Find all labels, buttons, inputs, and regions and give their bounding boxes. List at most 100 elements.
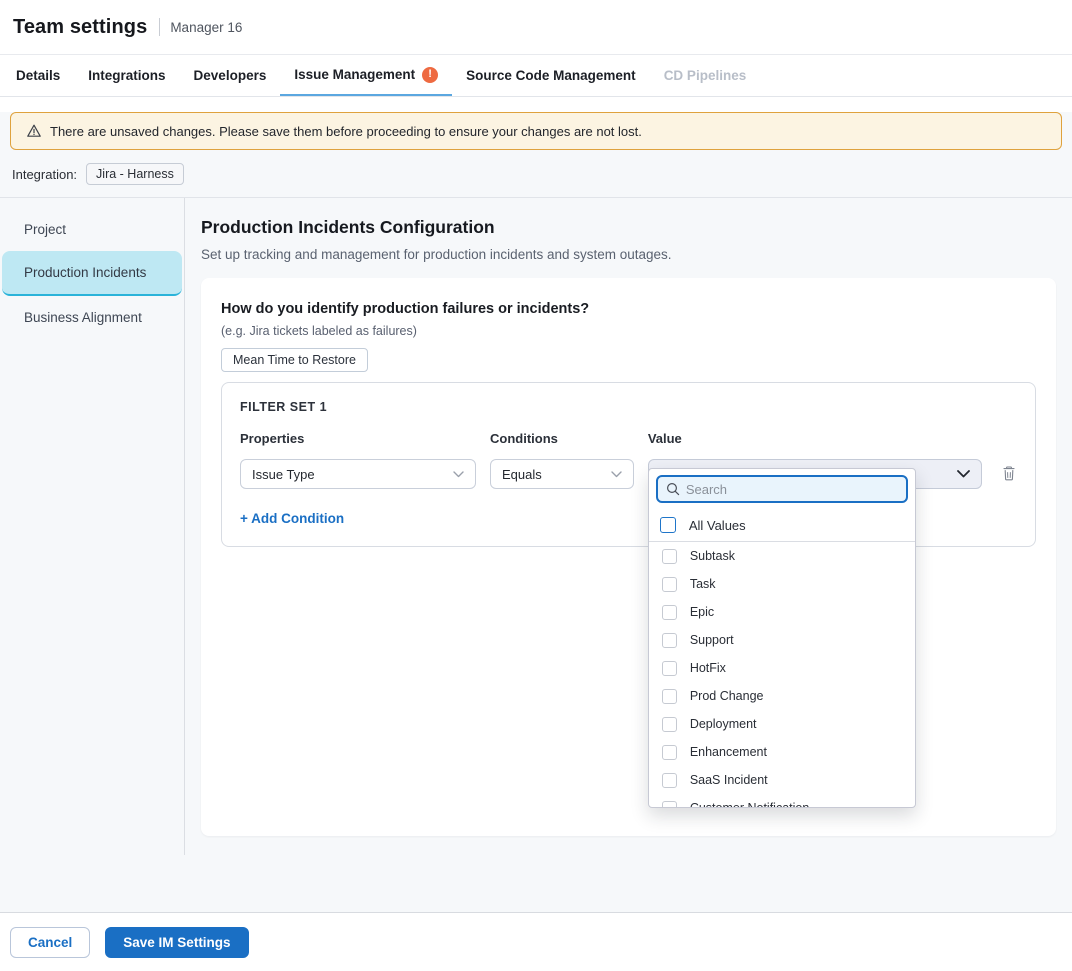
chevron-down-icon <box>611 471 622 478</box>
all-values-option[interactable]: All Values <box>649 509 915 542</box>
tab[interactable]: CD Pipelines <box>650 55 761 96</box>
dropdown-option-label: Enhancement <box>690 745 767 759</box>
delete-filter-button[interactable] <box>1001 465 1017 482</box>
filter-set-title: FILTER SET 1 <box>240 400 1017 414</box>
dropdown-option-label: SaaS Incident <box>690 773 768 787</box>
dropdown-options-list: Subtask Task <box>649 542 915 808</box>
dropdown-option-label: Customer Notification <box>690 801 810 808</box>
checkbox-icon[interactable] <box>662 605 677 620</box>
dropdown-option[interactable]: Task <box>649 570 915 598</box>
conditions-select[interactable]: Equals <box>490 459 634 489</box>
checkbox-icon[interactable] <box>660 517 676 533</box>
integration-label: Integration: <box>12 167 77 182</box>
checkbox-icon[interactable] <box>662 745 677 760</box>
tab-bar: Details Integrations Developers Issue Ma… <box>0 55 1072 97</box>
section-title: Production Incidents Configuration <box>201 217 1056 238</box>
all-values-label: All Values <box>689 518 746 533</box>
dropdown-option[interactable]: Customer Notification <box>649 794 915 808</box>
conditions-label: Conditions <box>490 431 634 446</box>
checkbox-icon[interactable] <box>662 577 677 592</box>
sidebar-item-label: Project <box>24 222 66 237</box>
sidebar-item-label: Business Alignment <box>24 310 142 325</box>
footer-bar: Cancel Save IM Settings <box>0 912 1072 971</box>
warning-icon <box>26 123 42 139</box>
dropdown-search-input[interactable] <box>686 482 898 497</box>
integration-chip[interactable]: Jira - Harness <box>86 163 184 185</box>
sidebar-item[interactable]: Project <box>2 208 182 251</box>
metric-chip[interactable]: Mean Time to Restore <box>221 348 368 372</box>
cancel-button[interactable]: Cancel <box>10 927 90 958</box>
search-icon <box>666 482 680 496</box>
checkbox-icon[interactable] <box>662 661 677 676</box>
tab-label: Source Code Management <box>466 68 636 83</box>
dropdown-search-wrap <box>649 469 915 509</box>
dropdown-option-label: Task <box>690 577 716 591</box>
sidebar-item-label: Production Incidents <box>24 265 146 280</box>
dropdown-option-label: HotFix <box>690 661 726 675</box>
tab-label: Details <box>16 68 60 83</box>
checkbox-icon[interactable] <box>662 801 677 809</box>
dropdown-option-label: Deployment <box>690 717 757 731</box>
save-im-settings-button[interactable]: Save IM Settings <box>105 927 248 958</box>
tab-label: Developers <box>194 68 267 83</box>
banner-text: There are unsaved changes. Please save t… <box>50 124 642 139</box>
dropdown-option[interactable]: Enhancement <box>649 738 915 766</box>
add-condition-link[interactable]: + Add Condition <box>240 511 344 526</box>
dropdown-option-label: Support <box>690 633 734 647</box>
value-label: Value <box>648 431 982 446</box>
alert-badge-icon: ! <box>422 67 438 83</box>
conditions-column: Conditions Equals <box>490 431 634 489</box>
question-heading: How do you identify production failures … <box>221 301 1036 317</box>
properties-column: Properties Issue Type <box>240 431 476 489</box>
checkbox-icon[interactable] <box>662 773 677 788</box>
checkbox-icon[interactable] <box>662 717 677 732</box>
chevron-down-icon <box>453 471 464 478</box>
unsaved-changes-banner: There are unsaved changes. Please save t… <box>10 112 1062 150</box>
properties-select-value: Issue Type <box>252 467 315 482</box>
tab[interactable]: Issue Management ! <box>280 55 452 96</box>
tab[interactable]: Developers <box>180 55 281 96</box>
integration-row: Integration: Jira - Harness <box>0 162 1072 198</box>
filter-row: Properties Issue Type Conditions <box>240 431 1017 489</box>
value-column: Value Select values... <box>648 431 982 489</box>
page-header: Team settings Manager 16 <box>0 0 1072 55</box>
tab[interactable]: Integrations <box>74 55 179 96</box>
dropdown-option-label: Prod Change <box>690 689 764 703</box>
dropdown-option[interactable]: Prod Change <box>649 682 915 710</box>
conditions-select-value: Equals <box>502 467 542 482</box>
question-hint: (e.g. Jira tickets labeled as failures) <box>221 324 1036 338</box>
trash-column <box>1001 431 1017 489</box>
title-divider <box>159 18 160 36</box>
dropdown-option[interactable]: Epic <box>649 598 915 626</box>
content-area: Production Incidents Configuration Set u… <box>185 198 1072 855</box>
dropdown-option[interactable]: Deployment <box>649 710 915 738</box>
tab[interactable]: Source Code Management <box>452 55 650 96</box>
page-body: There are unsaved changes. Please save t… <box>0 112 1072 912</box>
chevron-down-icon <box>957 470 970 478</box>
tab-label: Integrations <box>88 68 165 83</box>
checkbox-icon[interactable] <box>662 689 677 704</box>
configuration-card: How do you identify production failures … <box>201 278 1056 836</box>
main-row: Project Production Incidents Business Al… <box>0 198 1072 855</box>
section-subtitle: Set up tracking and management for produ… <box>201 247 1056 262</box>
checkbox-icon[interactable] <box>662 633 677 648</box>
dropdown-option[interactable]: Subtask <box>649 542 915 570</box>
dropdown-option[interactable]: HotFix <box>649 654 915 682</box>
settings-sidebar: Project Production Incidents Business Al… <box>0 198 185 855</box>
dropdown-option-label: Subtask <box>690 549 735 563</box>
properties-select[interactable]: Issue Type <box>240 459 476 489</box>
sidebar-item[interactable]: Business Alignment <box>2 296 182 339</box>
dropdown-option[interactable]: SaaS Incident <box>649 766 915 794</box>
sidebar-item[interactable]: Production Incidents <box>2 251 182 296</box>
value-dropdown: All Values Subtask <box>648 468 916 808</box>
tab-label: CD Pipelines <box>664 68 747 83</box>
page-title: Team settings <box>13 16 147 39</box>
dropdown-search <box>656 475 908 503</box>
tab-label: Issue Management <box>294 67 415 82</box>
tab[interactable]: Details <box>2 55 74 96</box>
filter-set-panel: FILTER SET 1 Properties Issue Type <box>221 382 1036 547</box>
checkbox-icon[interactable] <box>662 549 677 564</box>
team-name-label: Manager 16 <box>170 20 242 35</box>
dropdown-option[interactable]: Support <box>649 626 915 654</box>
dropdown-option-label: Epic <box>690 605 714 619</box>
